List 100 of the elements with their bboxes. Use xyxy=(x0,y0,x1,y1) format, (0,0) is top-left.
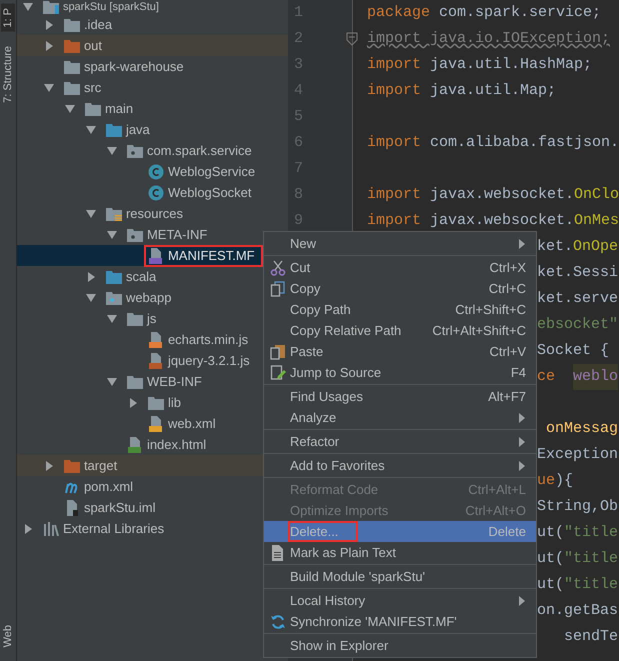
tree-row[interactable]: src xyxy=(16,77,288,98)
code-line: on.getBas xyxy=(536,601,618,621)
shortcut-label: Ctrl+V xyxy=(490,344,526,359)
xml-file-icon xyxy=(148,416,164,432)
tree-item-label: resources xyxy=(126,206,184,221)
submenu-arrow-icon xyxy=(518,460,526,470)
shortcut-label: Ctrl+Alt+Shift+C xyxy=(432,323,526,338)
folder-icon xyxy=(84,102,101,116)
package-folder-icon xyxy=(126,228,143,242)
tree-item-label: spark-warehouse xyxy=(84,59,184,74)
tree-item-label: js xyxy=(146,311,156,326)
menu-item[interactable]: Mark as Plain Text xyxy=(264,542,536,563)
web-folder-icon xyxy=(106,290,122,304)
tree-row[interactable]: resources xyxy=(16,203,288,224)
tree-row[interactable]: .idea xyxy=(16,14,288,35)
tool-window-tab[interactable]: 1: P xyxy=(0,4,15,32)
expanded-arrow-icon[interactable] xyxy=(84,292,98,302)
js-file-icon xyxy=(148,352,164,368)
scissors-icon xyxy=(270,260,286,276)
tree-row[interactable]: java xyxy=(16,119,288,140)
tree-item-label: External Libraries xyxy=(62,521,164,536)
folder-icon xyxy=(126,374,143,388)
code-line: package com.spark.service; xyxy=(366,3,601,23)
tree-item-label: WEB-INF xyxy=(146,374,202,389)
edit-icon xyxy=(270,364,286,380)
tree-item-label: sparkStu [sparkStu] xyxy=(62,1,159,13)
code-line: ue){ xyxy=(536,471,573,491)
shortcut-label: Ctrl+Alt+O xyxy=(465,503,526,518)
expanded-arrow-icon[interactable] xyxy=(104,146,119,156)
tree-item-label: webapp xyxy=(126,290,172,305)
shortcut-label: Alt+F7 xyxy=(488,389,526,404)
tree-item-label: WeblogService xyxy=(168,164,256,179)
code-line: ce weblo xyxy=(536,364,618,390)
menu-item[interactable]: Build Module 'sparkStu' xyxy=(264,566,536,587)
shortcut-label: F4 xyxy=(510,365,526,380)
tree-item-label: META-INF xyxy=(146,227,208,242)
submenu-arrow-icon xyxy=(518,596,526,606)
tree-item-label: java xyxy=(126,122,150,137)
menu-item[interactable]: Synchronize 'MANIFEST.MF' xyxy=(264,611,536,632)
code-line: ebsocket" xyxy=(536,315,618,335)
tree-row[interactable]: out xyxy=(16,35,288,56)
code-line: ut("title xyxy=(536,523,618,543)
code-line: Exception xyxy=(536,445,618,465)
shortcut-label: Ctrl+Shift+C xyxy=(455,302,526,317)
folder-icon xyxy=(106,270,122,284)
html-file-icon xyxy=(126,436,143,452)
tree-item-label: com.spark.service xyxy=(146,143,252,158)
expanded-arrow-icon[interactable] xyxy=(84,208,98,218)
folder-icon xyxy=(64,18,80,32)
expanded-arrow-icon[interactable] xyxy=(62,104,77,114)
menu-item[interactable]: Cut Ctrl+X xyxy=(264,257,536,278)
expanded-arrow-icon[interactable] xyxy=(104,230,119,240)
tree-item-label: MANIFEST.MF xyxy=(168,248,255,263)
expanded-arrow-icon[interactable] xyxy=(20,2,35,12)
menu-item[interactable]: Jump to Source F4 xyxy=(264,362,536,383)
shortcut-label: Ctrl+X xyxy=(490,260,526,275)
expanded-arrow-icon[interactable] xyxy=(104,314,119,324)
submenu-arrow-icon xyxy=(518,238,526,248)
folder-icon xyxy=(64,458,80,472)
class-icon xyxy=(148,184,164,200)
tool-window-tab[interactable]: 7: Structure xyxy=(0,42,15,106)
tree-item-label: WeblogSocket xyxy=(168,185,252,200)
tree-item-label: .idea xyxy=(84,17,112,32)
tree-row[interactable]: WeblogService xyxy=(16,161,288,182)
tree-item-label: web.xml xyxy=(168,416,216,431)
code-line: ut("title xyxy=(536,575,618,595)
code-line: Socket { xyxy=(536,341,609,361)
tree-item-label: echarts.min.js xyxy=(168,332,248,347)
expanded-arrow-icon[interactable] xyxy=(84,124,98,134)
expanded-arrow-icon[interactable] xyxy=(42,82,56,92)
class-icon xyxy=(148,164,164,180)
copy-icon xyxy=(270,280,286,296)
menu-item[interactable]: Show in Explorer xyxy=(264,635,536,656)
tree-row[interactable]: spark-warehouse xyxy=(16,56,288,77)
folder-icon xyxy=(106,122,122,136)
folder-icon xyxy=(64,60,80,74)
tree-row[interactable]: com.spark.service xyxy=(16,140,288,161)
minified-js-file-icon xyxy=(148,332,164,348)
fold-marker-icon[interactable] xyxy=(346,32,358,46)
tree-item-label: jquery-3.2.1.js xyxy=(168,353,250,368)
code-line: onMessag xyxy=(544,419,618,439)
code-line: import java.io.IOException; xyxy=(366,29,610,49)
submenu-arrow-icon xyxy=(518,412,526,422)
package-folder-icon xyxy=(126,144,143,158)
tool-window-tab[interactable]: Web xyxy=(0,620,15,651)
code-line: ket.OnOpe xyxy=(536,237,618,257)
tree-item-label: main xyxy=(104,101,134,116)
shortcut-label: Ctrl+C xyxy=(488,281,526,296)
menu-item[interactable]: Add to Favorites xyxy=(264,455,536,476)
menu-item[interactable]: Refactor xyxy=(264,431,536,452)
code-line: ket.serve xyxy=(536,289,618,309)
code-line: import com.alibaba.fastjson. xyxy=(366,133,619,153)
tree-row[interactable]: main xyxy=(16,98,288,119)
menu-item[interactable]: Local History xyxy=(264,590,536,611)
tree-item-label: out xyxy=(84,38,102,53)
tree-row[interactable]: sparkStu [sparkStu] xyxy=(16,0,288,14)
tree-item-label: target xyxy=(84,458,118,473)
code-line: ut("title xyxy=(536,549,618,569)
expanded-arrow-icon[interactable] xyxy=(104,376,119,386)
tree-row[interactable]: WeblogSocket xyxy=(16,182,288,203)
